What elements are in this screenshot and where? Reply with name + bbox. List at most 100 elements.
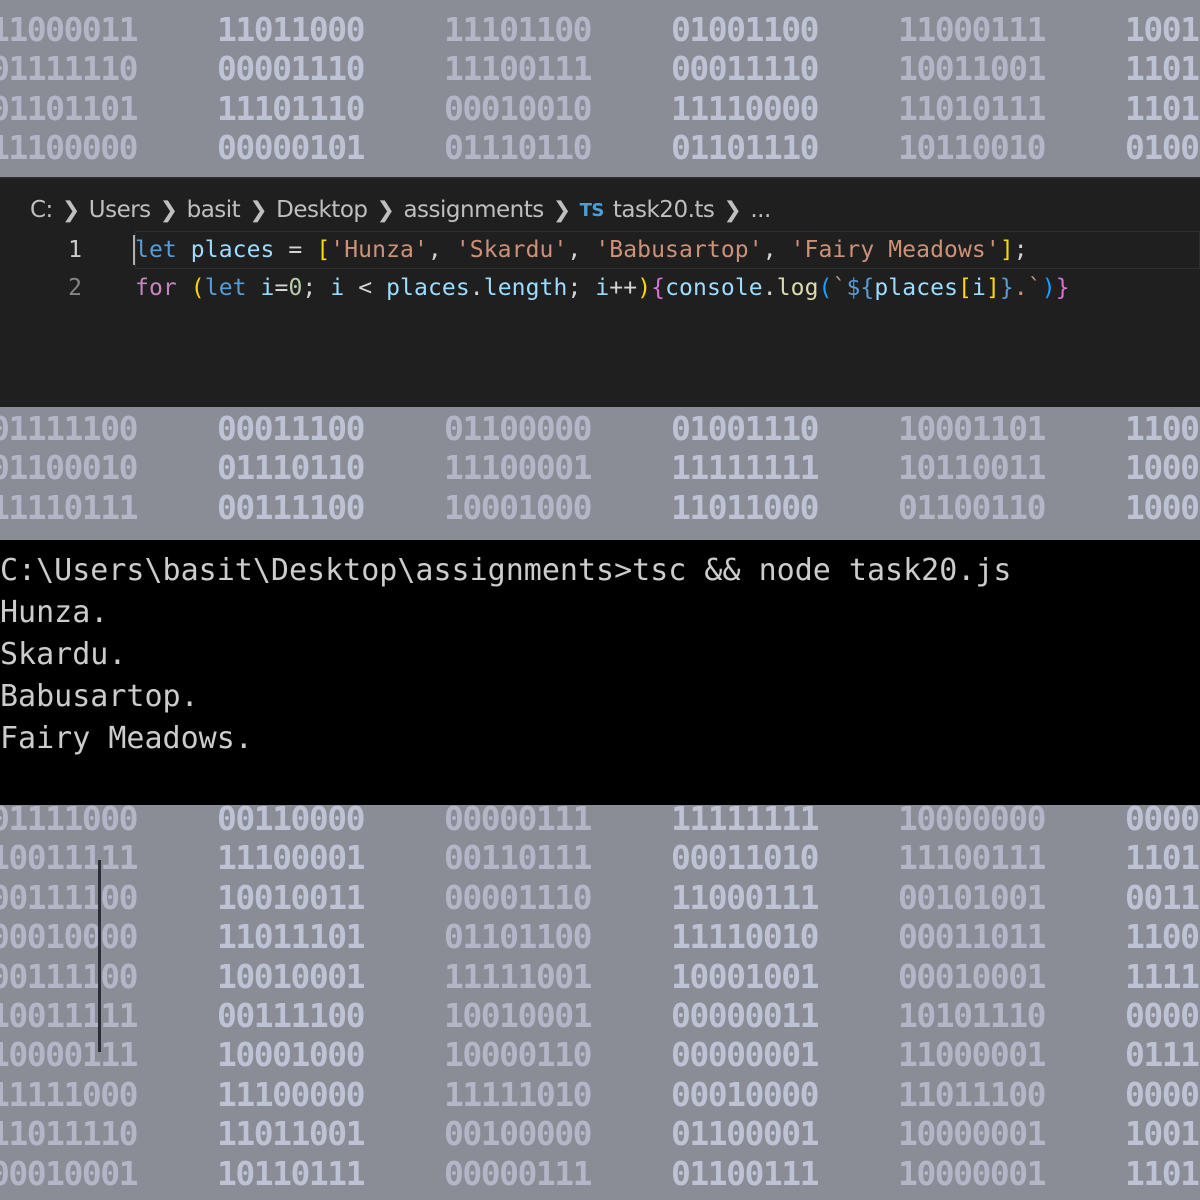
breadcrumb-item-drive[interactable]: C: [30,197,53,223]
terminal-output[interactable]: C:\Users\basit\Desktop\assignments>tsc &… [0,540,1200,805]
breadcrumb-ellipsis[interactable]: ... [750,197,771,223]
code-token: 'Hunza' [330,237,428,263]
binary-background-top: 11000011 11011000 11101100 01001100 11000111… [0,0,1200,177]
code-token: = [274,275,289,301]
code-line-2[interactable]: 2 for (let i=0; i < places.length; i++){… [0,269,1200,307]
binary-word: 10011111 [0,996,138,1035]
line-number: 1 [68,237,82,263]
binary-word: 01110110 [217,448,365,488]
binary-word: 11000011 [0,10,138,49]
binary-word: 00000011 [671,996,819,1035]
binary-word: 00001110 [217,49,365,89]
code-token: places [190,237,275,263]
code-token: ( [818,275,833,301]
binary-word: 00011100 [217,409,365,448]
binary-word: 10101110 [898,996,1046,1035]
line-number: 2 [68,275,82,301]
code-token: log [776,275,819,301]
binary-word: 01100110 [898,487,1046,527]
binary-word: 00001111 [1125,1074,1200,1114]
code-token: console [665,275,763,301]
binary-word: 01101101 [0,88,138,128]
binary-word: 01111000 [0,805,138,838]
breadcrumb-item-assignments[interactable]: assignments [403,197,544,223]
binary-background-middle: 01111100 00011100 01100000 01001110 10001101… [0,405,1200,540]
binary-word: 11111111 [671,448,819,488]
binary-word: 11011000 [671,487,819,527]
breadcrumb-item-file[interactable]: task20.ts [613,197,715,223]
binary-word: 00010001 [0,1153,138,1193]
code-token: i [595,275,610,301]
terminal-output-line: Babusartop. [0,679,199,714]
binary-row: 00010001 10110111 00000111 01100111 10000001… [0,1154,1200,1193]
breadcrumb-item-basit[interactable]: basit [187,197,241,223]
binary-word: 10001000 [444,487,592,527]
binary-word: 00111100 [0,956,138,996]
binary-row: 11100000 00000101 01110110 01101110 10110010… [0,128,1200,167]
terminal-output-line: Skardu. [0,637,127,672]
binary-word: 01111111 [1125,1035,1200,1075]
binary-word: 11110000 [671,88,819,128]
binary-row: 00111100 10010011 00001110 11000111 00101001… [0,878,1200,917]
code-token: [ [958,275,972,301]
binary-word: 11011011 [1125,1153,1200,1193]
code-token: ; [567,275,596,301]
code-line-1[interactable]: 1 let places = ['Hunza', 'Skardu', 'Babu… [0,231,1200,269]
binary-word: 00011110 [671,49,819,89]
code-token: < [344,275,387,301]
binary-word: 11011110 [0,1114,138,1154]
binary-word: 11111111 [1125,956,1200,996]
binary-word: 00111100 [217,487,365,527]
binary-word: 11100001 [444,448,592,488]
code-token: i [260,275,275,301]
binary-word: 00010000 [0,917,138,957]
binary-word: 01111110 [0,49,138,89]
binary-word: 00011011 [898,917,1046,957]
binary-row: 10011111 11100001 00110111 00011010 11100111… [0,838,1200,877]
breadcrumb-item-desktop[interactable]: Desktop [276,197,368,223]
chevron-right-icon: ❯ [61,197,80,223]
code-token: , [567,237,596,263]
binary-word: 10010001 [217,956,365,996]
binary-word: 11111001 [444,956,592,996]
binary-word: 00111100 [217,996,365,1035]
binary-word: 11000001 [898,1035,1046,1075]
binary-word: 11000111 [898,10,1046,49]
binary-word: 10001000 [217,1035,365,1075]
binary-word: 01100000 [444,409,592,448]
binary-word: 11011001 [217,1114,365,1154]
code-token: ) [637,275,652,301]
code-text[interactable]: let places = ['Hunza', 'Skardu', 'Babusa… [135,237,1028,263]
binary-row: 11110111 00111100 10001000 11011000 01100110… [0,488,1200,527]
binary-word: 10010001 [444,996,592,1035]
binary-word: 11101110 [217,88,365,128]
binary-word: 11100001 [217,838,365,878]
binary-word: 10001101 [898,409,1046,448]
code-token: ) [1041,275,1056,301]
binary-row: 10011111 00111100 10010001 00000011 10101110… [0,996,1200,1035]
binary-word: 11000111 [671,877,819,917]
binary-word: 11100111 [898,838,1046,878]
binary-word: 11100000 [0,128,138,168]
code-token: , [762,237,791,263]
binary-row: 01111100 00011100 01100000 01001110 10001101… [0,409,1200,448]
binary-word: 11111111 [671,805,819,838]
binary-word: 10110011 [898,448,1046,488]
binary-word: 10011111 [0,838,138,878]
chevron-right-icon: ❯ [159,197,178,223]
binary-word: 00011010 [671,838,819,878]
binary-word: 01101110 [671,128,819,168]
binary-word: 10000001 [898,1153,1046,1193]
breadcrumb-item-users[interactable]: Users [89,197,151,223]
code-token: 'Skardu' [455,237,568,263]
binary-word: 01111100 [0,409,138,448]
chevron-right-icon: ❯ [552,197,571,223]
binary-word: 10000110 [444,1035,592,1075]
binary-word: 00000111 [444,805,592,838]
binary-word: 11001101 [1125,409,1200,448]
code-token: 'Babusartop' [595,237,763,263]
binary-row: 01111000 00110000 00000111 11111111 10000000… [0,805,1200,838]
binary-word: 11110010 [671,917,819,957]
code-text[interactable]: for (let i=0; i < places.length; i++){co… [135,275,1070,301]
code-token: ; [302,275,331,301]
